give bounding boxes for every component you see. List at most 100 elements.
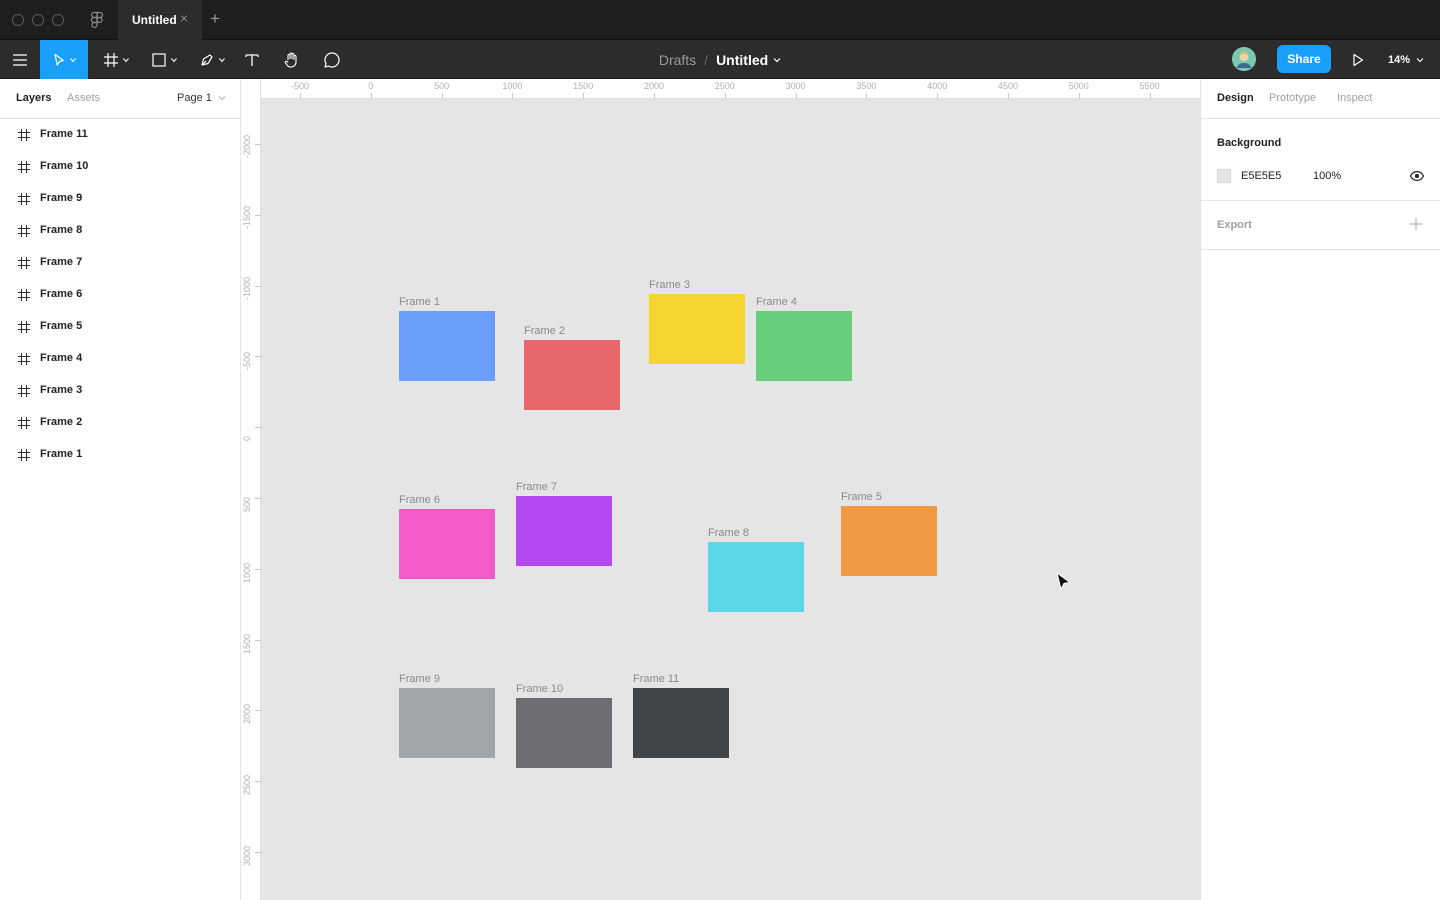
background-hex-input[interactable]: E5E5E5	[1241, 170, 1281, 182]
background-opacity-input[interactable]: 100%	[1313, 170, 1341, 182]
tab-layers[interactable]: Layers	[16, 92, 51, 104]
ruler-tick-label: 1000	[502, 81, 523, 91]
canvas-frame[interactable]	[516, 496, 612, 566]
window-maximize-button[interactable]	[52, 14, 64, 26]
text-icon	[245, 53, 259, 66]
canvas-frame[interactable]	[756, 311, 852, 381]
file-name-menu[interactable]: Untitled	[716, 52, 768, 68]
eye-icon[interactable]	[1409, 168, 1425, 184]
ruler-tick-label: 0	[242, 436, 252, 442]
layer-item[interactable]: Frame 2	[0, 407, 240, 439]
layer-item[interactable]: Frame 5	[0, 311, 240, 343]
chevron-down-icon	[218, 96, 226, 101]
comment-tool-button[interactable]	[318, 40, 346, 79]
hand-tool-button[interactable]	[278, 40, 306, 79]
ruler-tick-label: 2500	[714, 81, 735, 91]
canvas-frame[interactable]	[649, 294, 745, 364]
frame-label[interactable]: Frame 8	[708, 527, 749, 539]
ruler-tick-label: 2000	[643, 81, 665, 91]
share-button[interactable]: Share	[1277, 45, 1331, 73]
layer-item[interactable]: Frame 6	[0, 279, 240, 311]
ruler-tick	[255, 781, 261, 783]
layer-label: Frame 4	[40, 352, 83, 364]
canvas-frame[interactable]	[516, 698, 612, 768]
mouse-cursor-icon	[1056, 572, 1072, 591]
layer-item[interactable]: Frame 11	[0, 119, 240, 151]
ruler-tick-label: 3000	[242, 845, 252, 866]
file-tab[interactable]: Untitled ×	[118, 0, 202, 40]
layer-item[interactable]: Frame 3	[0, 375, 240, 407]
frame-label[interactable]: Frame 3	[649, 279, 690, 291]
canvas[interactable]: -500 0 500 1000 1500 2000 2500 3000 3500 4000 4500…	[241, 79, 1200, 900]
canvas-frame[interactable]	[633, 688, 729, 758]
ruler-tick	[1008, 93, 1009, 99]
frame-label[interactable]: Frame 11	[633, 673, 679, 685]
layer-item[interactable]: Frame 1	[0, 439, 240, 471]
window-minimize-button[interactable]	[32, 14, 44, 26]
figma-logo-icon[interactable]	[88, 11, 106, 29]
close-tab-icon[interactable]: ×	[180, 11, 188, 25]
ruler-tick	[937, 93, 939, 99]
frame-label[interactable]: Frame 5	[841, 491, 882, 503]
canvas-frame[interactable]	[524, 340, 620, 410]
frame-hash-icon	[18, 129, 30, 141]
shape-tool-button[interactable]	[144, 40, 184, 79]
play-icon	[1353, 53, 1364, 67]
layer-label: Frame 10	[40, 160, 89, 172]
ruler-tick	[255, 427, 261, 429]
ruler-tick	[255, 214, 261, 216]
frame-label[interactable]: Frame 10	[516, 683, 563, 695]
breadcrumb-drafts[interactable]: Drafts	[659, 52, 696, 68]
vertical-ruler: -2000 -1500 -1000 -500 0 500 1000 1500 2000 2500 3…	[241, 79, 261, 900]
main-menu-button[interactable]	[0, 40, 40, 79]
layers-panel-header: Layers Assets Page 1	[0, 79, 240, 119]
canvas-frame[interactable]	[399, 688, 495, 758]
chevron-down-icon	[123, 57, 129, 62]
ruler-tick	[1149, 93, 1151, 99]
canvas-frame[interactable]	[399, 509, 495, 579]
tab-prototype[interactable]: Prototype	[1269, 92, 1316, 104]
frame-label[interactable]: Frame 9	[399, 673, 440, 685]
frame-label[interactable]: Frame 4	[756, 296, 797, 308]
move-tool-button[interactable]	[40, 40, 88, 79]
layer-item[interactable]: Frame 9	[0, 183, 240, 215]
layer-item[interactable]: Frame 7	[0, 247, 240, 279]
frame-label[interactable]: Frame 1	[399, 296, 440, 308]
frame-label[interactable]: Frame 2	[524, 325, 565, 337]
text-tool-button[interactable]	[238, 40, 266, 79]
canvas-frame[interactable]	[399, 311, 495, 381]
frame-label[interactable]: Frame 6	[399, 494, 440, 506]
page-selector[interactable]: Page 1	[177, 92, 226, 104]
layer-item[interactable]: Frame 4	[0, 343, 240, 375]
ruler-tick	[1078, 93, 1080, 99]
new-tab-button[interactable]: +	[206, 9, 224, 29]
frame-label[interactable]: Frame 7	[516, 481, 557, 493]
frame-tool-button[interactable]	[96, 40, 136, 79]
present-button[interactable]	[1347, 49, 1369, 71]
layer-item[interactable]: Frame 10	[0, 151, 240, 183]
window-close-button[interactable]	[12, 14, 24, 26]
ruler-tick	[512, 93, 514, 99]
tab-design[interactable]: Design	[1217, 92, 1254, 104]
add-export-icon[interactable]	[1409, 217, 1423, 231]
background-section: Background E5E5E5 100%	[1201, 119, 1440, 201]
canvas-frame[interactable]	[708, 542, 804, 612]
background-color-swatch[interactable]	[1217, 169, 1231, 183]
canvas-frame[interactable]	[841, 506, 937, 576]
chevron-down-icon	[1416, 57, 1424, 62]
layer-item[interactable]: Frame 8	[0, 215, 240, 247]
frame-hash-icon	[18, 225, 30, 237]
tab-inspect[interactable]: Inspect	[1337, 92, 1372, 104]
chevron-down-icon[interactable]	[773, 57, 781, 63]
pen-tool-button[interactable]	[192, 40, 232, 79]
layers-panel: Layers Assets Page 1 Frame 11 Frame 10 Fra…	[0, 79, 241, 900]
cursor-arrow-icon	[54, 53, 65, 66]
chevron-down-icon	[70, 57, 76, 62]
user-avatar[interactable]	[1232, 47, 1256, 71]
frame-hash-icon	[18, 289, 30, 301]
chevron-down-icon	[219, 57, 225, 62]
export-section: Export	[1201, 201, 1440, 250]
tab-assets[interactable]: Assets	[67, 92, 100, 104]
zoom-menu[interactable]: 14%	[1388, 40, 1424, 79]
zoom-level: 14%	[1388, 53, 1411, 66]
